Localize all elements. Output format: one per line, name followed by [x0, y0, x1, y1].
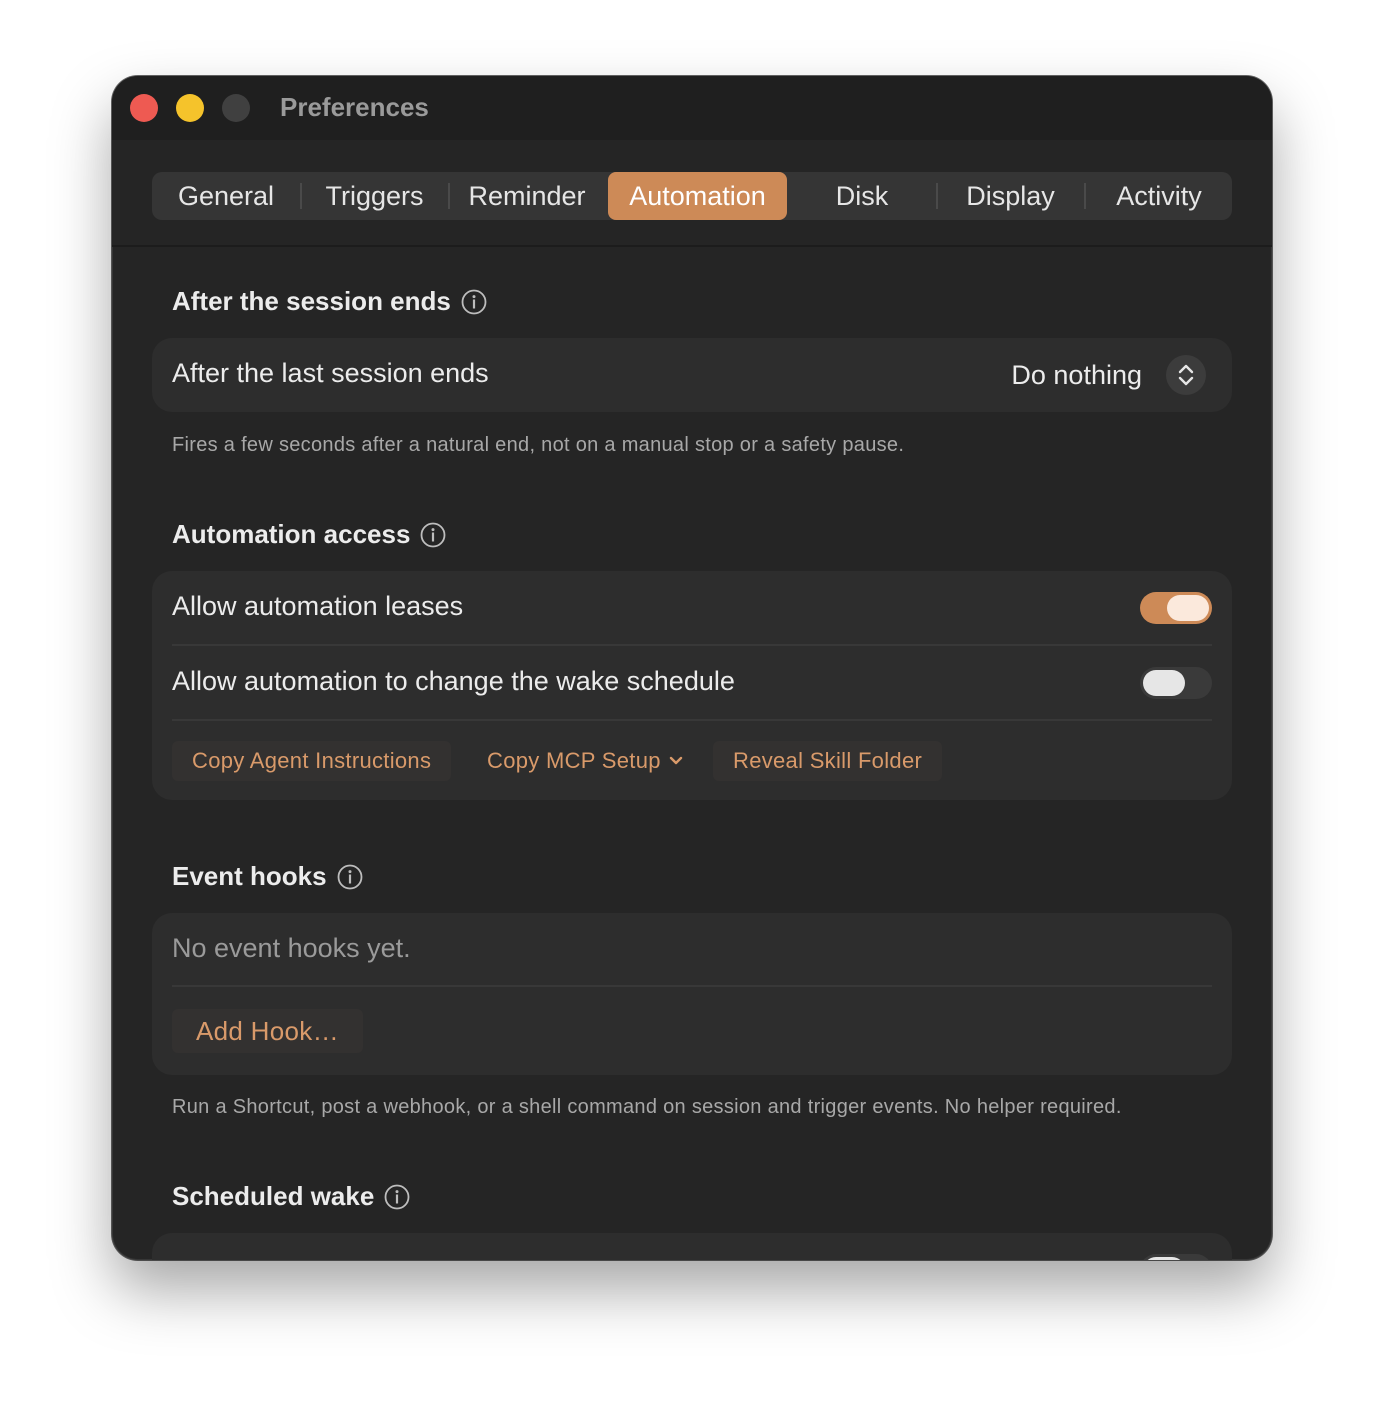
row-divider [172, 644, 1212, 646]
toggle-knob [1167, 595, 1209, 621]
allow-leases-toggle[interactable] [1140, 592, 1212, 624]
toggle-knob [1143, 1257, 1185, 1260]
copy-mcp-setup-label: Copy MCP Setup [487, 748, 661, 773]
after-session-popup[interactable]: Do nothing [1011, 354, 1206, 396]
scheduled-wake-card [152, 1233, 1232, 1260]
allow-wake-schedule-label: Allow automation to change the wake sche… [172, 666, 735, 696]
automation-access-card: Allow automation leases Allow automation… [152, 571, 1232, 800]
tab-activity[interactable]: Activity [1086, 172, 1232, 220]
tab-display[interactable]: Display [938, 172, 1083, 220]
tab-reminder[interactable]: Reminder [450, 172, 604, 220]
info-icon[interactable] [384, 1184, 410, 1210]
event-hooks-note: Run a Shortcut, post a webhook, or a she… [172, 1096, 1122, 1118]
scheduled-wake-section-title: Scheduled wake [172, 1181, 410, 1212]
after-session-section-title: After the session ends [172, 286, 487, 317]
info-icon[interactable] [337, 864, 363, 890]
allow-wake-schedule-toggle[interactable] [1140, 667, 1212, 699]
event-hooks-card: No event hooks yet. Add Hook… [152, 913, 1232, 1075]
tab-toolbar: General Triggers Reminder Automation Dis… [112, 140, 1272, 247]
popup-value: Do nothing [1011, 359, 1142, 390]
copy-agent-instructions-button[interactable]: Copy Agent Instructions [172, 741, 452, 781]
tab-general[interactable]: General [152, 172, 300, 220]
after-session-note: Fires a few seconds after a natural end,… [172, 434, 905, 456]
section-title-text: Event hooks [172, 861, 327, 891]
tab-disk[interactable]: Disk [788, 172, 936, 220]
tab-triggers[interactable]: Triggers [302, 172, 447, 220]
copy-mcp-setup-button[interactable]: Copy MCP Setup [487, 741, 685, 781]
row-divider [172, 719, 1212, 721]
toggle-knob [1143, 670, 1185, 696]
close-window-button[interactable] [130, 94, 158, 122]
scheduled-wake-toggle[interactable] [1140, 1254, 1212, 1260]
chevron-down-icon [669, 756, 682, 765]
automation-access-section-title: Automation access [172, 519, 446, 550]
info-icon[interactable] [420, 522, 446, 548]
after-last-session-label: After the last session ends [172, 358, 489, 388]
section-title-text: After the session ends [172, 286, 451, 316]
add-hook-button[interactable]: Add Hook… [172, 1009, 363, 1053]
preferences-window: Preferences General Triggers Reminder Au… [112, 76, 1272, 1260]
info-icon[interactable] [461, 289, 487, 315]
no-event-hooks-text: No event hooks yet. [172, 933, 411, 963]
row-divider [172, 985, 1212, 987]
allow-leases-label: Allow automation leases [172, 591, 464, 621]
minimize-window-button[interactable] [176, 94, 204, 122]
event-hooks-section-title: Event hooks [172, 861, 363, 892]
reveal-skill-folder-button[interactable]: Reveal Skill Folder [713, 741, 943, 781]
tab-bar: General Triggers Reminder Automation Dis… [152, 172, 1232, 220]
tab-automation[interactable]: Automation [608, 172, 787, 220]
section-title-text: Automation access [172, 519, 411, 549]
section-title-text: Scheduled wake [172, 1181, 375, 1211]
after-session-card: After the last session ends Do nothing [152, 338, 1232, 412]
window-title: Preferences [280, 92, 429, 122]
zoom-window-button[interactable] [222, 94, 250, 122]
title-bar: Preferences [112, 76, 1272, 140]
chevron-up-down-icon [1166, 355, 1206, 395]
